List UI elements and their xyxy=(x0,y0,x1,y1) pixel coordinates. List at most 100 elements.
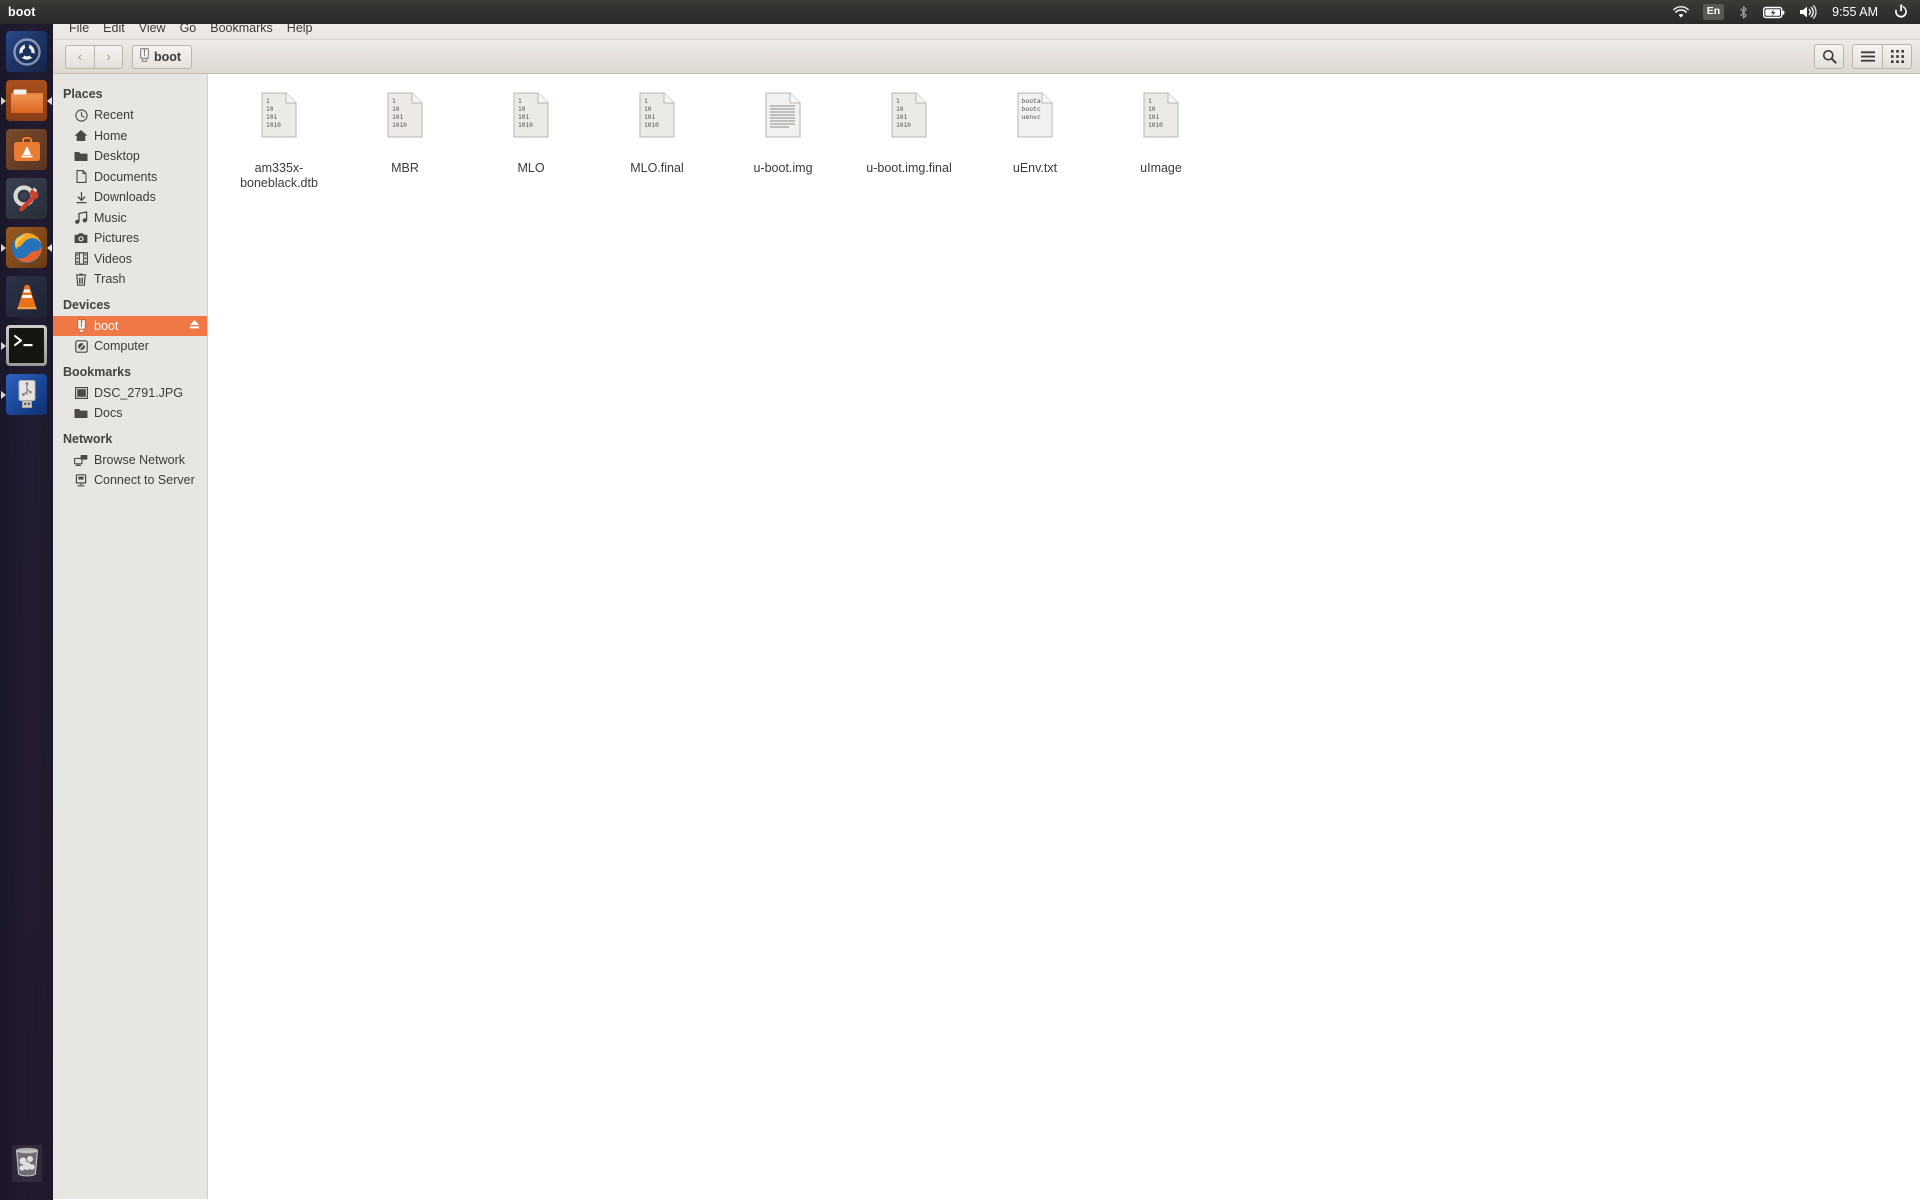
launcher-vlc[interactable] xyxy=(0,272,53,321)
sidebar-heading-bookmarks: Bookmarks xyxy=(63,364,132,379)
system-gear-icon[interactable] xyxy=(1886,0,1916,24)
svg-text:10: 10 xyxy=(518,106,526,113)
unity-launcher xyxy=(0,24,53,1200)
svg-text:101: 101 xyxy=(518,114,529,121)
download-icon xyxy=(74,190,88,204)
breadcrumb-boot[interactable]: boot xyxy=(132,44,193,69)
sidebar-item-docs[interactable]: Docs xyxy=(53,403,207,424)
volume-icon[interactable] xyxy=(1792,0,1824,24)
launcher-software-center[interactable] xyxy=(0,125,53,174)
film-icon xyxy=(74,252,88,266)
sidebar-item-label: Desktop xyxy=(94,149,140,164)
toolbar-right-buttons xyxy=(1814,44,1912,69)
sidebar-item-videos[interactable]: Videos xyxy=(53,249,207,270)
file-item[interactable]: 1 10 101 1010 MLO xyxy=(468,88,594,191)
launcher-trash[interactable] xyxy=(0,1139,53,1188)
forward-button[interactable]: › xyxy=(94,44,123,69)
top-panel: boot En 9:55 AM xyxy=(0,0,1920,24)
breadcrumb-label: boot xyxy=(154,49,182,64)
sidebar-item-trash[interactable]: Trash xyxy=(53,269,207,290)
folder-icon xyxy=(74,406,88,420)
sidebar-item-label: Recent xyxy=(94,108,134,123)
server-icon xyxy=(74,473,88,487)
sidebar-item-desktop[interactable]: Desktop xyxy=(53,146,207,167)
sidebar-item-browse-network[interactable]: Browse Network xyxy=(53,450,207,471)
svg-text:1010: 1010 xyxy=(1148,122,1163,129)
grid-view-icon[interactable] xyxy=(1882,44,1912,69)
file-item[interactable]: 1 10 101 1010 uImage xyxy=(1098,88,1224,191)
sidebar-item-label: DSC_2791.JPG xyxy=(94,385,183,400)
file-icon-view[interactable]: 1 10 101 1010 am335x-boneblack.dtb 1 10 … xyxy=(208,74,1920,1199)
sidebar-item-label: Pictures xyxy=(94,231,140,246)
battery-icon[interactable] xyxy=(1756,0,1792,24)
launcher-terminal[interactable] xyxy=(0,321,53,370)
file-item[interactable]: 1 10 101 1010 am335x-boneblack.dtb xyxy=(216,88,342,191)
sidebar-item-label: Documents xyxy=(94,169,158,184)
sidebar-item-label: Browse Network xyxy=(94,452,185,467)
file-name: MLO xyxy=(517,161,545,175)
svg-text:10: 10 xyxy=(644,106,652,113)
bluetooth-icon[interactable] xyxy=(1731,0,1756,24)
file-name: uEnv.txt xyxy=(1012,161,1058,175)
svg-text:10: 10 xyxy=(1148,106,1156,113)
sidebar-item-label: Computer xyxy=(94,339,149,354)
clock-icon xyxy=(74,108,88,122)
file-item[interactable]: 1 10 101 1010 u-boot.img.final xyxy=(846,88,972,191)
sidebar-item-pictures[interactable]: Pictures xyxy=(53,228,207,249)
wifi-icon[interactable] xyxy=(1666,0,1696,24)
binary-file-icon: 1 10 101 1010 xyxy=(505,92,557,156)
svg-text:1010: 1010 xyxy=(518,122,533,129)
svg-text:1: 1 xyxy=(518,98,522,105)
file-item[interactable]: u-boot.img xyxy=(720,88,846,191)
sidebar-item-boot[interactable]: boot xyxy=(53,315,207,336)
svg-text:101: 101 xyxy=(1148,114,1159,121)
svg-text:1010: 1010 xyxy=(644,122,659,129)
binary-file-icon: 1 10 101 1010 xyxy=(883,92,935,156)
sidebar-item-label: Home xyxy=(94,128,128,143)
binary-file-icon: 1 10 101 1010 xyxy=(253,92,305,156)
launcher-usb-drive[interactable] xyxy=(0,370,53,419)
sidebar-item-label: Docs xyxy=(94,406,123,421)
svg-text:101: 101 xyxy=(644,114,655,121)
launcher-firefox[interactable] xyxy=(0,223,53,272)
svg-text:1010: 1010 xyxy=(392,122,407,129)
svg-text:10: 10 xyxy=(392,106,400,113)
search-icon[interactable] xyxy=(1814,44,1844,69)
sidebar-item-music[interactable]: Music xyxy=(53,208,207,229)
svg-text:101: 101 xyxy=(896,114,907,121)
sidebar-heading-devices: Devices xyxy=(63,297,111,312)
svg-text:1010: 1010 xyxy=(266,122,281,129)
sidebar-item-home[interactable]: Home xyxy=(53,126,207,147)
sidebar-item-downloads[interactable]: Downloads xyxy=(53,187,207,208)
sidebar-heading-places: Places xyxy=(63,87,103,101)
file-item[interactable]: boota bootc uenvc uEnv.txt xyxy=(972,88,1098,191)
binary-file-icon: 1 10 101 1010 xyxy=(379,92,431,156)
clock-indicator[interactable]: 9:55 AM xyxy=(1824,5,1886,19)
launcher-files[interactable] xyxy=(0,76,53,125)
panel-indicators: En 9:55 AM xyxy=(1666,0,1920,24)
keyboard-layout-indicator[interactable]: En xyxy=(1696,0,1731,24)
sidebar-item-dsc-2791-jpg[interactable]: DSC_2791.JPG xyxy=(53,383,207,404)
launcher-system-settings[interactable] xyxy=(0,174,53,223)
binary-file-icon: 1 10 101 1010 xyxy=(1135,92,1187,156)
svg-text:bootc: bootc xyxy=(1022,105,1041,113)
sidebar-item-recent[interactable]: Recent xyxy=(53,105,207,126)
back-button[interactable]: ‹ xyxy=(65,44,94,69)
svg-text:1010: 1010 xyxy=(896,122,911,129)
sidebar-item-documents[interactable]: Documents xyxy=(53,167,207,188)
file-item[interactable]: 1 10 101 1010 MBR xyxy=(342,88,468,191)
file-name: MLO.final xyxy=(630,161,684,175)
focused-indicator-right xyxy=(47,243,52,252)
sidebar-item-connect-to-server[interactable]: Connect to Server xyxy=(53,470,207,491)
eject-icon[interactable] xyxy=(189,319,200,333)
sidebar-item-computer[interactable]: Computer xyxy=(53,336,207,357)
music-note-icon xyxy=(74,211,88,225)
launcher-ubuntu-dash[interactable] xyxy=(0,27,53,76)
toolbar: ‹ › boot xyxy=(53,40,1920,74)
list-view-icon[interactable] xyxy=(1852,44,1882,69)
computer-icon xyxy=(74,339,88,353)
view-mode-buttons xyxy=(1852,44,1912,69)
svg-text:101: 101 xyxy=(266,114,277,121)
file-item[interactable]: 1 10 101 1010 MLO.final xyxy=(594,88,720,191)
sidebar-item-label: boot xyxy=(94,318,119,333)
